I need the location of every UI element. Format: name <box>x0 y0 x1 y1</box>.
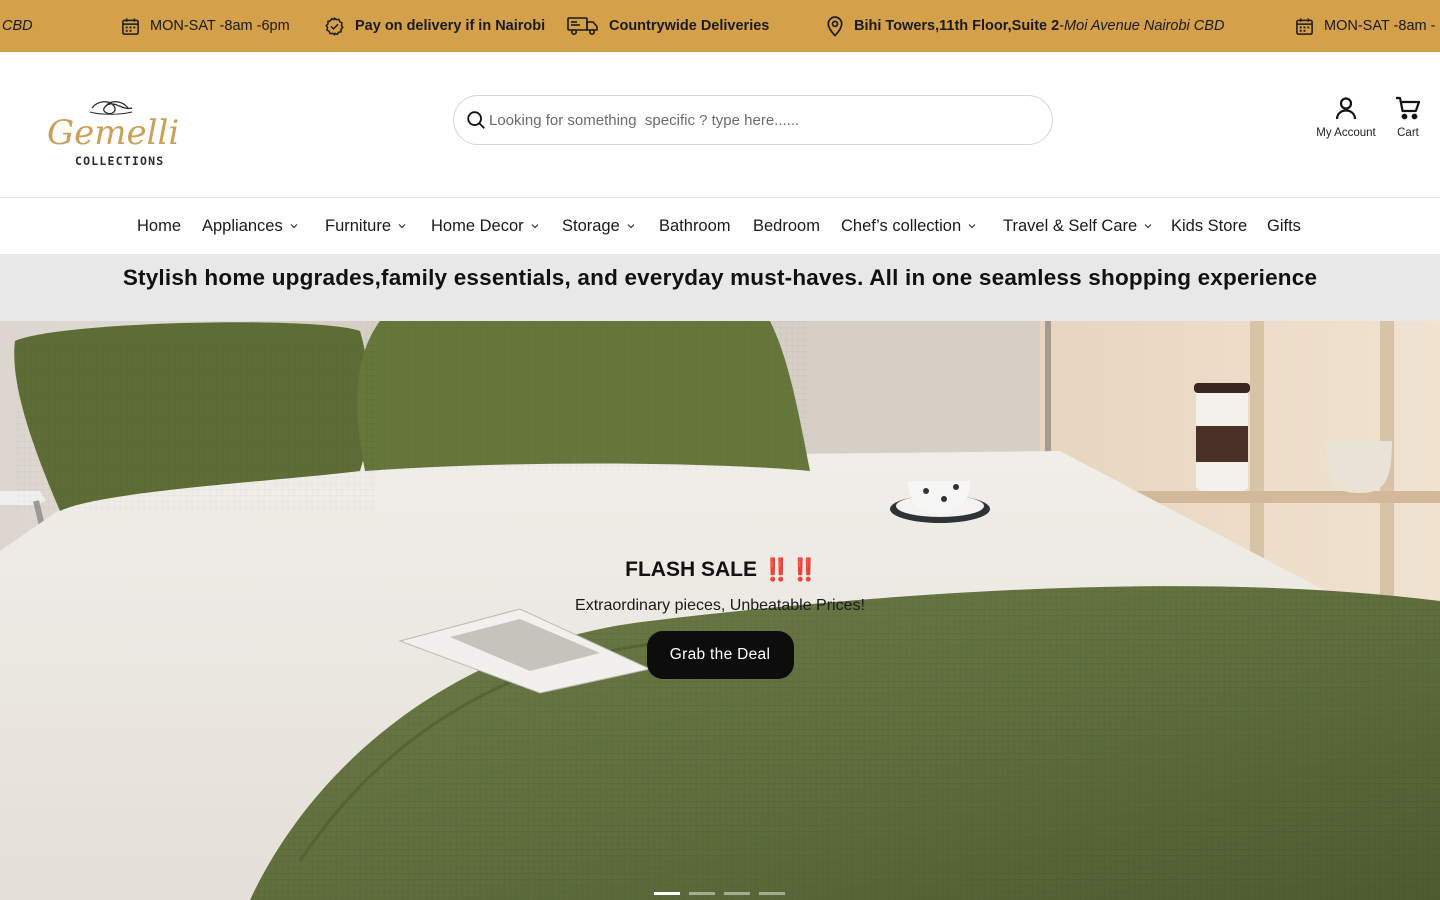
announcement-payment-text: Pay on delivery if in Nairobi <box>355 18 546 34</box>
map-pin-icon <box>827 15 843 37</box>
nav-item-gifts[interactable]: Gifts <box>1267 198 1301 254</box>
nav-label: Travel & Self Care <box>1003 216 1138 235</box>
announcement-hours-text: MON-SAT -8am -6pm <box>150 18 290 34</box>
nav-item-chefs-collection[interactable]: Chef’s collection <box>841 198 976 254</box>
nav-label: Bedroom <box>753 216 820 235</box>
announcement-bar: CBD MON-SAT -8am -6pm Pay on delivery if… <box>0 0 1440 52</box>
hero-title-marks: ‼️ ‼️ <box>762 557 818 582</box>
chevron-down-icon <box>290 224 298 229</box>
truck-icon <box>567 17 598 36</box>
nav-label: Storage <box>562 216 620 235</box>
nav-label: Gifts <box>1267 216 1301 235</box>
nav-item-appliances[interactable]: Appliances <box>202 198 298 254</box>
brand-name: Gemelli <box>47 113 179 153</box>
nav-label: Appliances <box>202 216 283 235</box>
account-label: My Account <box>1316 127 1376 139</box>
cart-link[interactable]: Cart <box>1388 96 1428 139</box>
hero-title: FLASH SALE ‼️ ‼️ <box>625 555 818 585</box>
main-nav: Home Appliances Furniture Home Decor Sto… <box>0 198 1440 254</box>
nav-label: Home Decor <box>431 216 524 235</box>
nav-label: Home <box>137 216 182 235</box>
nav-label: Furniture <box>325 216 392 235</box>
calendar-icon <box>122 17 139 35</box>
search-bar <box>453 95 1053 145</box>
announcement-hours-repeat-text: MON-SAT -8am - <box>1324 18 1436 34</box>
announcement-payment: Pay on delivery if in Nairobi <box>324 0 545 52</box>
brand-logo[interactable]: Gemelli COLLECTIONS <box>30 72 190 178</box>
slide-dot-2[interactable] <box>689 892 715 895</box>
chevron-down-icon <box>627 224 635 229</box>
brand-sub: COLLECTIONS <box>75 154 164 168</box>
account-link[interactable]: My Account <box>1310 96 1382 139</box>
announcement-address: Bihi Towers,11th Floor,Suite 2-Moi Avenu… <box>826 0 1224 52</box>
chevron-down-icon <box>398 224 406 229</box>
nav-item-bathroom[interactable]: Bathroom <box>659 198 731 254</box>
badge-check-icon <box>325 16 344 36</box>
nav-label: Kids Store <box>1171 216 1248 235</box>
nav-label: Chef’s collection <box>841 216 962 235</box>
chevron-down-icon <box>1144 224 1152 229</box>
nav-item-kids-store[interactable]: Kids Store <box>1171 198 1247 254</box>
slide-indicators <box>654 892 785 895</box>
chevron-down-icon <box>968 224 976 229</box>
nav-item-bedroom[interactable]: Bedroom <box>753 198 820 254</box>
announcement-location-tail: CBD <box>2 0 33 52</box>
announcement-delivery-text: Countrywide Deliveries <box>609 18 770 34</box>
search-input[interactable] <box>489 100 1029 140</box>
site-header: Gemelli COLLECTIONS My Account Cart <box>0 52 1440 198</box>
announcement-address-italic: Moi Avenue Nairobi CBD <box>1064 18 1225 34</box>
hero-subtitle: Extraordinary pieces, Unbeatable Prices! <box>575 597 865 614</box>
nav-item-home-decor[interactable]: Home Decor <box>431 198 539 254</box>
announcement-address-bold: Bihi Towers,11th Floor,Suite 2 <box>854 18 1060 34</box>
cart-label: Cart <box>1397 127 1419 139</box>
chevron-down-icon <box>531 224 539 229</box>
grab-deal-button[interactable]: Grab the Deal <box>646 631 794 679</box>
tagline-text: Stylish home upgrades,family essentials,… <box>122 265 1318 290</box>
calendar-icon <box>1296 17 1313 35</box>
announcement-hours: MON-SAT -8am -6pm <box>121 0 290 52</box>
tagline-banner: Stylish home upgrades,family essentials,… <box>0 254 1440 321</box>
nav-item-home[interactable]: Home <box>137 198 181 254</box>
announcement-delivery: Countrywide Deliveries <box>567 0 769 52</box>
search-icon[interactable] <box>465 109 487 131</box>
nav-item-travel-self-care[interactable]: Travel & Self Care <box>1003 198 1152 254</box>
hero-copy: FLASH SALE ‼️ ‼️ Extraordinary pieces, U… <box>0 555 1440 679</box>
nav-item-furniture[interactable]: Furniture <box>325 198 406 254</box>
announcement-hours-repeat: MON-SAT -8am - <box>1295 0 1435 52</box>
user-icon <box>1335 97 1357 120</box>
cart-icon <box>1396 96 1421 120</box>
slide-dot-1[interactable] <box>654 892 680 895</box>
announcement-location-tail-text: CBD <box>2 18 33 34</box>
hero-slideshow: FLASH SALE ‼️ ‼️ Extraordinary pieces, U… <box>0 321 1440 900</box>
slide-dot-3[interactable] <box>724 892 750 895</box>
nav-item-storage[interactable]: Storage <box>562 198 635 254</box>
brand-logo-mark: Gemelli COLLECTIONS <box>47 101 179 168</box>
nav-label: Bathroom <box>659 216 731 235</box>
hero-title-text: FLASH SALE <box>625 558 757 581</box>
slide-dot-4[interactable] <box>759 892 785 895</box>
